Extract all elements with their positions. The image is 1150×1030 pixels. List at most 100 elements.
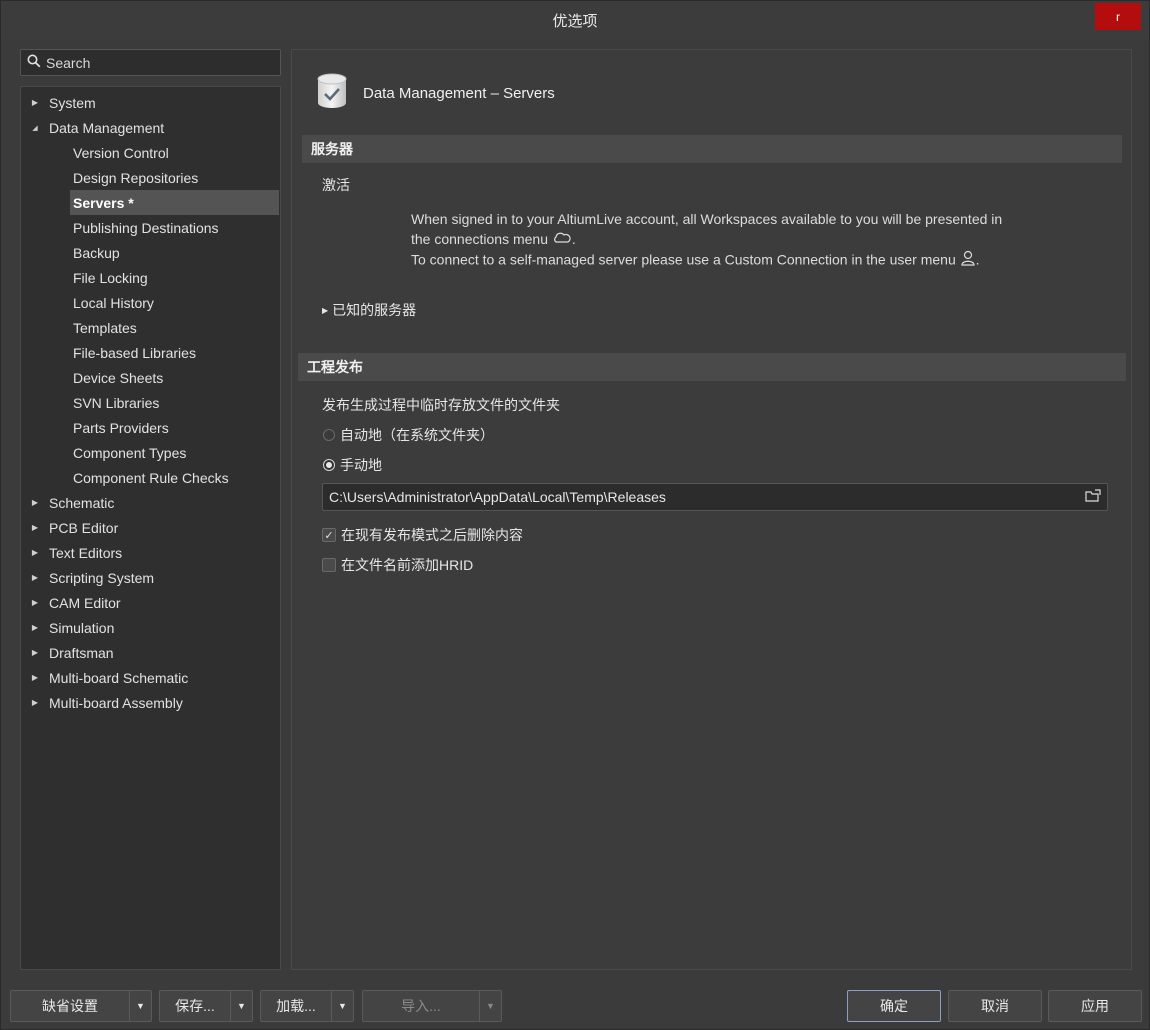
- tree-item-label: File-based Libraries: [73, 344, 196, 361]
- tree-item-parts-providers[interactable]: Parts Providers: [21, 415, 280, 440]
- import-dropdown-icon: ▼: [480, 990, 502, 1022]
- expand-arrow-icon[interactable]: ▶: [21, 598, 49, 607]
- close-button[interactable]: r: [1095, 3, 1141, 30]
- tree-item-label: Multi-board Assembly: [49, 694, 183, 711]
- tree-item-label: PCB Editor: [49, 519, 119, 536]
- tree-item-label: Multi-board Schematic: [49, 669, 189, 686]
- known-servers-label: 已知的服务器: [332, 302, 417, 318]
- delete-after-label: 在现有发布模式之后删除内容: [341, 527, 523, 543]
- tree-item-backup[interactable]: Backup: [21, 240, 280, 265]
- activate-label: 激活: [322, 177, 350, 193]
- tree-item-label: Simulation: [49, 619, 115, 636]
- tree-item-publishing-destinations[interactable]: Publishing Destinations: [21, 215, 280, 240]
- tree-item-svn-libraries[interactable]: SVN Libraries: [21, 390, 280, 415]
- manual-radio-label: 手动地: [340, 457, 382, 473]
- tree-item-label: Templates: [73, 319, 137, 336]
- folder-open-icon[interactable]: [1085, 489, 1101, 506]
- import-split-button: 导入... ▼: [362, 990, 502, 1022]
- info-line-1: When signed in to your AltiumLive accoun…: [411, 211, 1003, 227]
- tree-item-label: Publishing Destinations: [73, 219, 219, 236]
- tree-item-design-repositories[interactable]: Design Repositories: [21, 165, 280, 190]
- tree-item-label: Design Repositories: [73, 169, 199, 186]
- tree-item-label: SVN Libraries: [73, 394, 160, 411]
- delete-after-checkbox[interactable]: ✓ 在现有发布模式之后删除内容: [322, 525, 523, 545]
- manual-radio-dot[interactable]: [323, 459, 335, 471]
- tree-item-label: Data Management: [49, 119, 165, 136]
- delete-after-box[interactable]: ✓: [322, 528, 336, 542]
- auto-radio-dot[interactable]: [323, 429, 335, 441]
- database-icon: [315, 72, 349, 114]
- tree-item-schematic[interactable]: ▶ Schematic: [21, 490, 280, 515]
- search-box[interactable]: [20, 49, 281, 76]
- publish-section-header: 工程发布: [298, 353, 1126, 381]
- cancel-button[interactable]: 取消: [948, 990, 1042, 1022]
- expand-arrow-icon[interactable]: ▶: [21, 498, 49, 507]
- tree-item-pcb-editor[interactable]: ▶ PCB Editor: [21, 515, 280, 540]
- defaults-button[interactable]: 缺省设置: [10, 990, 130, 1022]
- tree-item-text-editors[interactable]: ▶ Text Editors: [21, 540, 280, 565]
- tree-item-label: Parts Providers: [73, 419, 169, 436]
- tree-item-cam-editor[interactable]: ▶ CAM Editor: [21, 590, 280, 615]
- servers-section-title: 服务器: [311, 141, 353, 157]
- expand-arrow-icon[interactable]: ▶: [21, 523, 49, 532]
- preferences-tree: ▶ System ◢ Data Management Version Control De…: [20, 86, 281, 970]
- folder-label: 发布生成过程中临时存放文件的文件夹: [322, 397, 560, 413]
- tree-item-scripting-system[interactable]: ▶ Scripting System: [21, 565, 280, 590]
- tree-item-data-management[interactable]: ◢ Data Management: [21, 115, 280, 140]
- save-button[interactable]: 保存...: [159, 990, 231, 1022]
- auto-radio[interactable]: 自动地（在系统文件夹）: [323, 425, 494, 445]
- apply-button[interactable]: 应用: [1048, 990, 1142, 1022]
- page-header: Data Management – Servers: [315, 72, 555, 114]
- hrid-label: 在文件名前添加HRID: [341, 557, 474, 573]
- servers-info-text: When signed in to your AltiumLive accoun…: [411, 210, 1111, 271]
- tree-item-file-locking[interactable]: File Locking: [21, 265, 280, 290]
- tree-item-templates[interactable]: Templates: [21, 315, 280, 340]
- expand-arrow-icon[interactable]: ▶: [21, 698, 49, 707]
- expand-arrow-icon: ▶: [322, 305, 329, 315]
- expand-arrow-icon[interactable]: ▶: [21, 573, 49, 582]
- hrid-checkbox[interactable]: 在文件名前添加HRID: [322, 555, 473, 575]
- tree-item-draftsman[interactable]: ▶ Draftsman: [21, 640, 280, 665]
- search-input[interactable]: [46, 54, 266, 71]
- tree-item-label: System: [49, 94, 96, 111]
- expand-arrow-icon[interactable]: ▶: [21, 623, 49, 632]
- tree-item-file-based-libraries[interactable]: File-based Libraries: [21, 340, 280, 365]
- tree-item-component-rule-checks[interactable]: Component Rule Checks: [21, 465, 280, 490]
- tree-item-multi-board-assembly[interactable]: ▶ Multi-board Assembly: [21, 690, 280, 715]
- tree-item-version-control[interactable]: Version Control: [21, 140, 280, 165]
- manual-radio[interactable]: 手动地: [323, 455, 382, 475]
- ok-button[interactable]: 确定: [847, 990, 941, 1022]
- expand-arrow-icon[interactable]: ▶: [21, 673, 49, 682]
- tree-item-simulation[interactable]: ▶ Simulation: [21, 615, 280, 640]
- load-button[interactable]: 加载...: [260, 990, 332, 1022]
- tree-item-multi-board-schematic[interactable]: ▶ Multi-board Schematic: [21, 665, 280, 690]
- expand-arrow-icon[interactable]: ▶: [21, 548, 49, 557]
- info-line-2-period: .: [571, 230, 576, 247]
- info-line-3: To connect to a self-managed server plea…: [411, 250, 1111, 272]
- tree-item-label: Draftsman: [49, 644, 114, 661]
- tree-item-label: Device Sheets: [73, 369, 164, 386]
- tree-item-device-sheets[interactable]: Device Sheets: [21, 365, 280, 390]
- tree-item-label: File Locking: [73, 269, 148, 286]
- defaults-dropdown-icon[interactable]: ▼: [130, 990, 152, 1022]
- info-line-2: the connections menu .: [411, 230, 1111, 250]
- servers-section-header: 服务器: [302, 135, 1122, 163]
- known-servers-toggle[interactable]: ▶ 已知的服务器: [322, 300, 416, 320]
- expand-arrow-icon[interactable]: ▶: [21, 98, 49, 107]
- tree-item-label: Local History: [73, 294, 154, 311]
- tree-item-label: Servers *: [73, 194, 134, 211]
- load-dropdown-icon[interactable]: ▼: [332, 990, 354, 1022]
- content-panel: Data Management – Servers 服务器 激活 When si…: [291, 49, 1132, 970]
- tree-item-system[interactable]: ▶ System: [21, 90, 280, 115]
- expand-arrow-icon[interactable]: ▶: [21, 648, 49, 657]
- save-dropdown-icon[interactable]: ▼: [231, 990, 253, 1022]
- preferences-window: 优选项 r ▶System◢Data ManagementVersion Con…: [0, 0, 1150, 1030]
- release-folder-field[interactable]: C:\Users\Administrator\AppData\Local\Tem…: [322, 483, 1108, 511]
- info-line-3-text: To connect to a self-managed server plea…: [411, 251, 956, 267]
- tree-item-local-history[interactable]: Local History: [21, 290, 280, 315]
- collapse-arrow-icon[interactable]: ◢: [21, 124, 49, 132]
- tree-item-servers[interactable]: Servers *: [21, 190, 280, 215]
- hrid-box[interactable]: [322, 558, 336, 572]
- publish-section-title: 工程发布: [307, 359, 363, 375]
- tree-item-component-types[interactable]: Component Types: [21, 440, 280, 465]
